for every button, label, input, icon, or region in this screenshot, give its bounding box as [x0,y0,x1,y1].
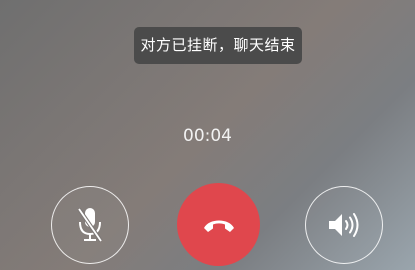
phone-hangup-icon [201,215,237,235]
call-ended-toast: 对方已挂断，聊天结束 [134,27,302,64]
speaker-icon [326,210,362,240]
hangup-button[interactable] [177,183,260,266]
mic-muted-icon [75,205,105,245]
voice-call-screen: 对方已挂断，聊天结束 00:04 [0,0,415,270]
call-duration: 00:04 [183,126,232,146]
speaker-button[interactable] [305,186,383,264]
mute-button[interactable] [51,186,129,264]
